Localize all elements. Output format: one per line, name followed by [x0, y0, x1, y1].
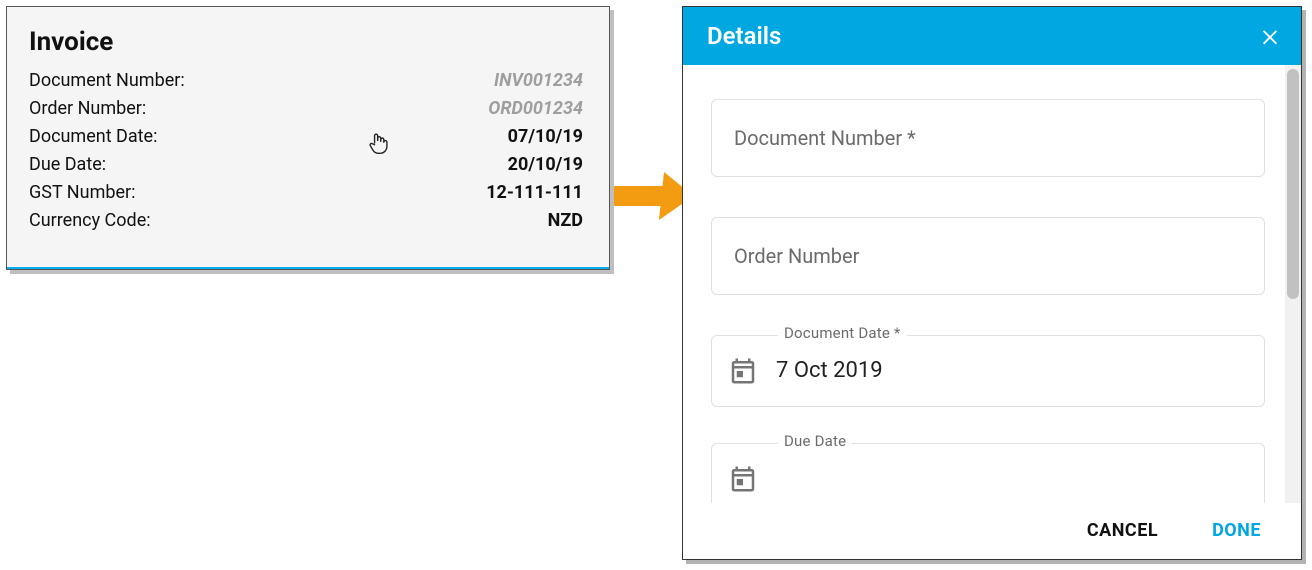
value-order-number: ORD001234: [488, 95, 583, 123]
invoice-accent-line: [7, 267, 609, 269]
order-number-field[interactable]: Order Number: [711, 217, 1265, 295]
order-number-label: Order Number: [734, 244, 859, 268]
value-document-number: INV001234: [494, 67, 583, 95]
calendar-icon: [728, 464, 758, 494]
close-icon: [1259, 25, 1281, 47]
value-gst-number: 12-111-111: [486, 179, 583, 207]
document-number-label: Document Number *: [734, 126, 916, 150]
label-document-date: Document Date:: [29, 123, 157, 151]
document-number-field[interactable]: Document Number *: [711, 99, 1265, 177]
dialog-footer: CANCEL DONE: [683, 503, 1301, 559]
label-gst-number: GST Number:: [29, 179, 135, 207]
row-gst-number: GST Number: 12-111-111: [29, 179, 583, 207]
due-date-label: Due Date: [778, 432, 852, 450]
label-order-number: Order Number:: [29, 95, 146, 123]
row-currency-code: Currency Code: NZD: [29, 207, 583, 235]
scrollbar[interactable]: [1285, 65, 1301, 503]
row-document-number: Document Number: INV001234: [29, 67, 583, 95]
cancel-button[interactable]: CANCEL: [1083, 512, 1162, 549]
document-date-value: 7 Oct 2019: [776, 358, 883, 383]
row-due-date: Due Date: 20/10/19: [29, 151, 583, 179]
close-button[interactable]: [1259, 25, 1281, 47]
dialog-title: Details: [707, 22, 781, 50]
document-date-label: Document Date *: [778, 324, 907, 342]
scrollbar-thumb[interactable]: [1287, 69, 1299, 299]
row-order-number: Order Number: ORD001234: [29, 95, 583, 123]
value-due-date: 20/10/19: [508, 151, 583, 179]
document-date-field[interactable]: Document Date * 7 Oct 2019: [711, 335, 1265, 407]
invoice-title: Invoice: [29, 27, 583, 57]
row-document-date: Document Date: 07/10/19: [29, 123, 583, 151]
invoice-panel[interactable]: Invoice Document Number: INV001234 Order…: [6, 6, 610, 270]
details-dialog: Details Document Number * Order Number D…: [682, 6, 1302, 560]
dialog-body: Document Number * Order Number Document …: [683, 65, 1285, 503]
calendar-icon: [728, 356, 758, 386]
label-due-date: Due Date:: [29, 151, 106, 179]
dialog-header: Details: [683, 7, 1301, 65]
value-document-date: 07/10/19: [508, 123, 583, 151]
label-currency-code: Currency Code:: [29, 207, 151, 235]
done-button[interactable]: DONE: [1208, 512, 1265, 549]
value-currency-code: NZD: [548, 207, 583, 235]
due-date-field[interactable]: Due Date: [711, 443, 1265, 503]
label-document-number: Document Number:: [29, 67, 185, 95]
